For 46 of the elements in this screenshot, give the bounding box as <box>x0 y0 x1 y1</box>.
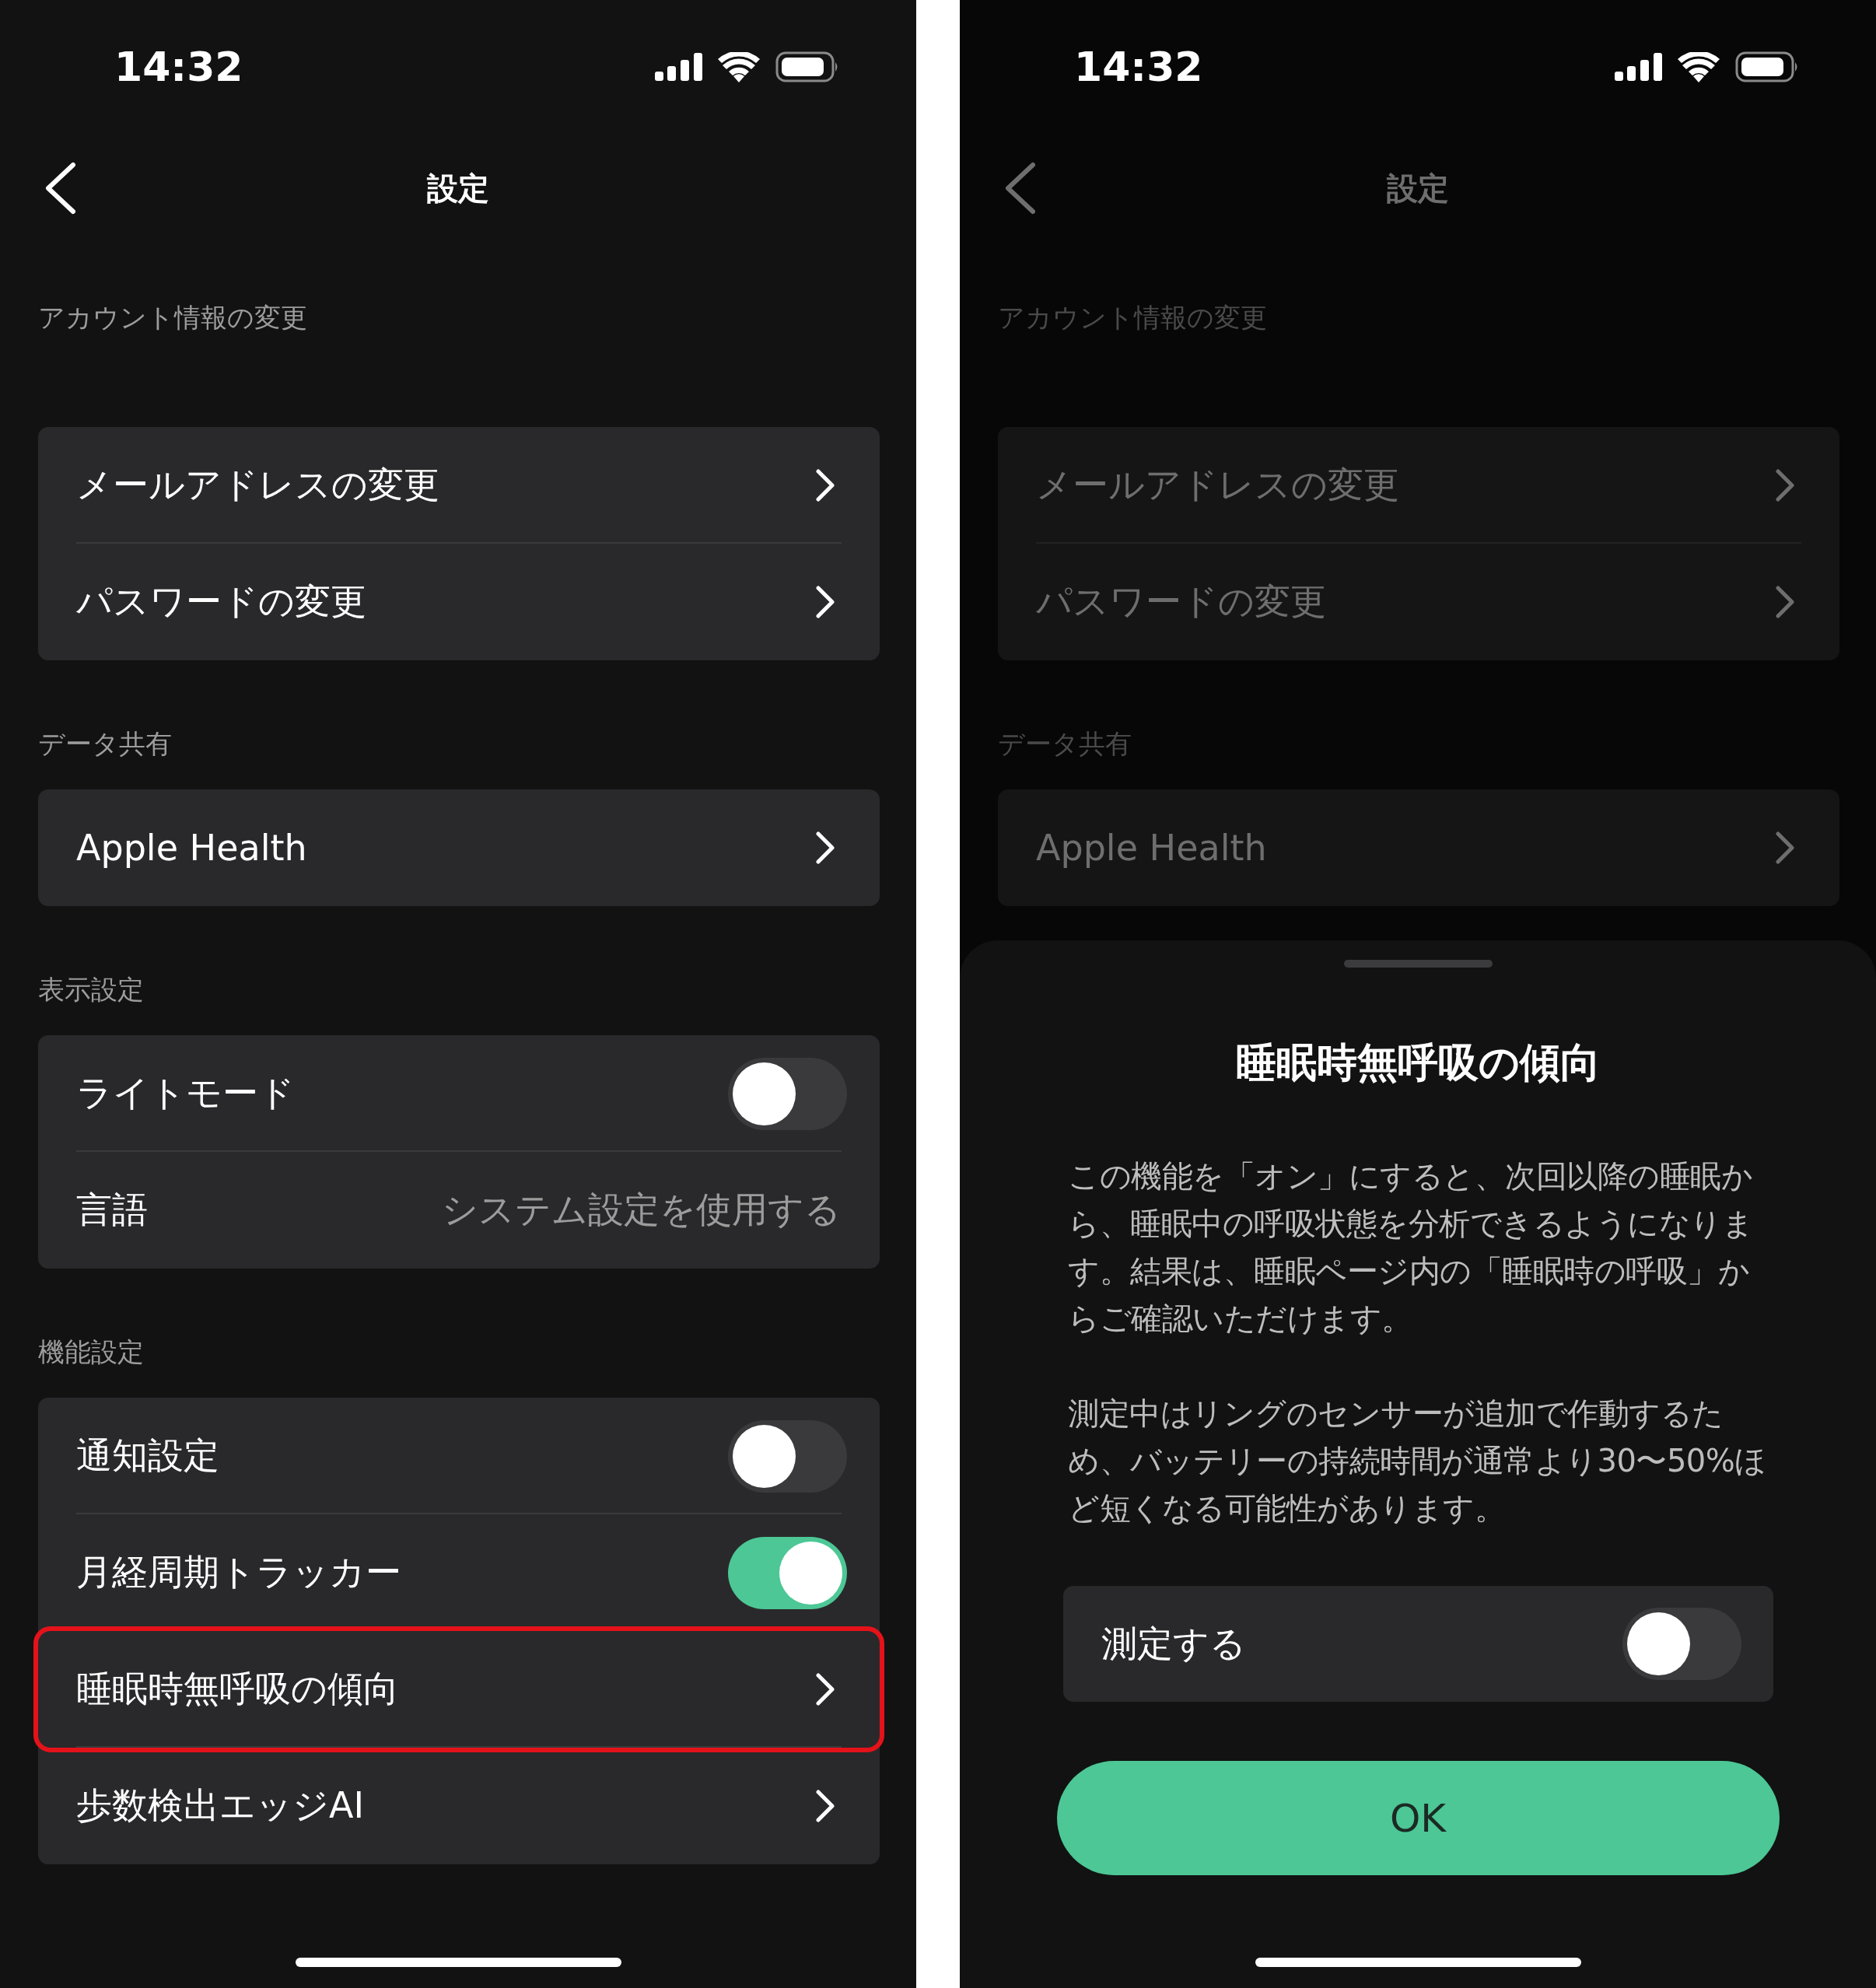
settings-row[interactable]: Apple Health <box>38 789 880 906</box>
chevron-right-icon <box>1776 469 1794 502</box>
chevron-right-icon <box>1776 831 1794 864</box>
battery-icon <box>1735 51 1799 82</box>
chevron-left-icon <box>44 162 76 215</box>
chevron-right-icon <box>816 831 835 864</box>
chevron-right-icon <box>816 1790 835 1822</box>
settings-row[interactable]: メールアドレスの変更 <box>38 427 880 544</box>
screen-title: 設定 <box>1387 169 1449 208</box>
section-header: アカウント情報の変更 <box>997 301 1268 334</box>
screen-title: 設定 <box>427 169 489 208</box>
back-button[interactable] <box>44 162 76 215</box>
chevron-right-icon <box>1776 586 1794 618</box>
settings-row[interactable]: ライトモード <box>38 1035 880 1152</box>
settings-row[interactable]: 歩数検出エッジAI <box>38 1748 880 1864</box>
section-header: 機能設定 <box>37 1335 145 1369</box>
chevron-right-icon <box>816 469 835 502</box>
sheet-handle[interactable] <box>1343 960 1493 968</box>
clock-time: 14:32 <box>1074 44 1204 90</box>
section-header: データ共有 <box>997 727 1132 761</box>
sheet-title: 睡眠時無呼吸の傾向 <box>1235 1038 1601 1087</box>
settings-row[interactable]: 言語 システム設定を使用する <box>38 1152 880 1269</box>
chevron-right-icon <box>816 586 835 618</box>
settings-row[interactable]: 通知設定 <box>38 1398 880 1514</box>
settings-row[interactable]: 月経周期トラッカー <box>38 1514 880 1631</box>
chevron-right-icon <box>816 1673 835 1706</box>
settings-row[interactable]: パスワードの変更 <box>38 544 880 660</box>
clock-time: 14:32 <box>114 44 244 90</box>
signal-icon <box>1615 53 1662 81</box>
section-header: データ共有 <box>37 727 173 761</box>
section-header: 表示設定 <box>37 973 145 1006</box>
section-header: アカウント情報の変更 <box>37 301 308 334</box>
battery-icon <box>775 51 839 82</box>
settings-row[interactable]: メールアドレスの変更 <box>998 427 1839 544</box>
wifi-icon <box>718 51 760 82</box>
signal-icon <box>655 53 702 81</box>
row-value: システム設定を使用する <box>442 1188 842 1232</box>
toggle-label: 測定する <box>1101 1621 1247 1666</box>
wifi-icon <box>1678 51 1720 82</box>
ok-button[interactable]: OK <box>1056 1761 1780 1875</box>
description-text: 測定中はリングのセンサーが追加で作動するため、バッテリーの持続時間が通常より30〜50%ほど短くなる可能性があります。 <box>1068 1395 1767 1528</box>
description-text: この機能を「オン」にすると、次回以降の睡眠から、睡眠中の呼吸状態を分析できるようになります。結果は、睡眠ページ内の「睡眠時の呼吸」からご確認いただけます。 <box>1068 1157 1754 1338</box>
chevron-left-icon <box>1003 162 1036 215</box>
settings-row[interactable]: Apple Health <box>998 789 1839 906</box>
settings-row[interactable]: 睡眠時無呼吸の傾向 <box>38 1631 880 1748</box>
settings-row[interactable]: パスワードの変更 <box>998 544 1839 660</box>
